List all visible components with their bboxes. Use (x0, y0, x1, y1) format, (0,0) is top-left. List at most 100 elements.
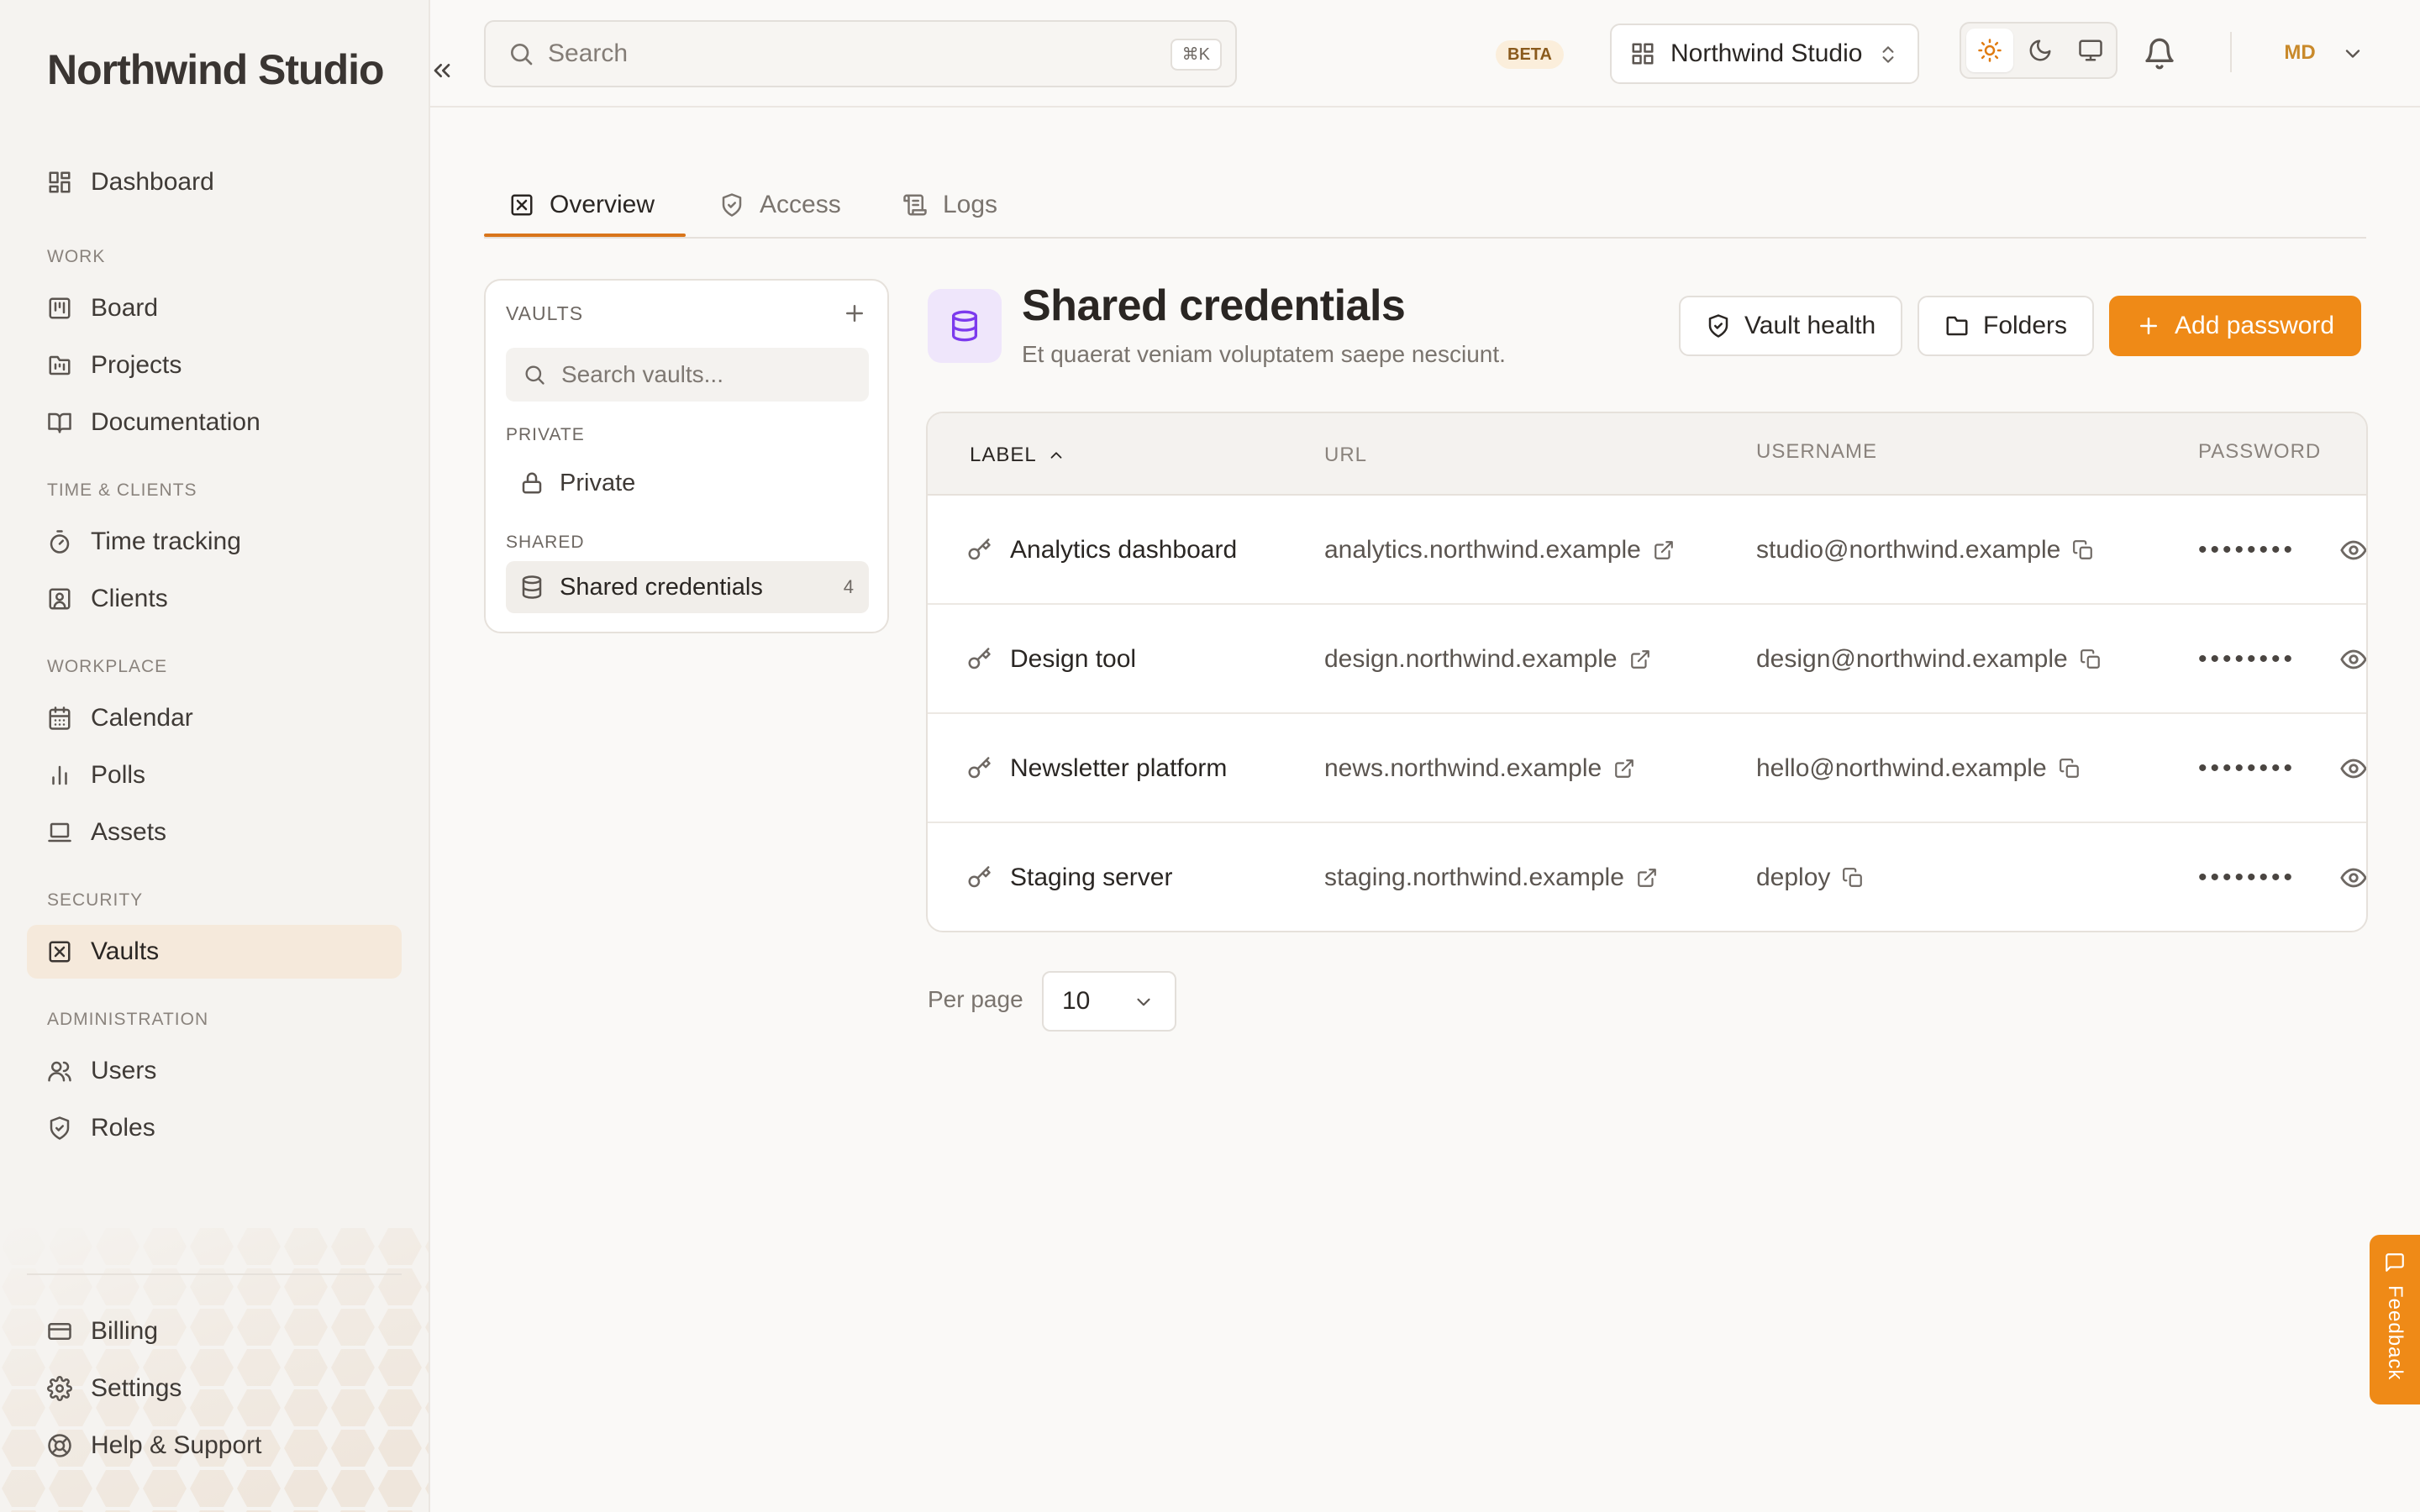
bell-icon[interactable] (2143, 37, 2176, 71)
active-tab-indicator (484, 234, 686, 237)
eye-icon[interactable] (2339, 864, 2368, 892)
column-header-url[interactable]: URL (1324, 444, 1367, 467)
vault-search-input[interactable] (561, 361, 869, 388)
beta-badge: BETA (1496, 40, 1564, 69)
external-link-icon[interactable] (1653, 539, 1675, 561)
theme-light-button[interactable] (1966, 29, 2013, 72)
chevron-down-icon[interactable] (2341, 42, 2365, 66)
vault-item-label: Shared credentials (560, 573, 763, 601)
reveal-password-button[interactable] (2339, 496, 2368, 605)
reveal-password-button[interactable] (2339, 605, 2368, 714)
table-row[interactable]: Staging server staging.northwind.example d… (928, 823, 2368, 931)
eye-icon[interactable] (2339, 645, 2368, 674)
credential-username: studio@northwind.example (1756, 536, 2061, 564)
external-link-icon[interactable] (1636, 867, 1658, 889)
sidebar-item-calendar[interactable]: Calendar (27, 691, 402, 745)
sidebar-item-assets[interactable]: Assets (27, 806, 402, 859)
page-title: Shared credentials (1022, 281, 1406, 330)
table-row[interactable]: Newsletter platform news.northwind.exampl… (928, 714, 2366, 823)
dashboard-icon (49, 171, 71, 193)
sidebar: Northwind Studio Dashboard WORK Board Pr… (0, 0, 430, 1512)
sidebar-item-users[interactable]: Users (27, 1044, 402, 1098)
copy-icon[interactable] (1842, 867, 1864, 889)
button-label: Add password (2175, 312, 2335, 339)
sidebar-item-help[interactable]: Help & Support (27, 1419, 402, 1473)
sidebar-item-vaults[interactable]: Vaults (27, 925, 402, 979)
tab-access[interactable]: Access (719, 171, 841, 239)
global-search[interactable]: ⌘K (484, 20, 1237, 87)
search-input[interactable] (548, 39, 1235, 68)
avatar[interactable]: MD (2277, 29, 2323, 77)
column-header-password[interactable]: PASSWORD (2198, 440, 2321, 464)
key-icon (968, 538, 991, 560)
sidebar-item-time-tracking[interactable]: Time tracking (27, 515, 402, 569)
sidebar-item-documentation[interactable]: Documentation (27, 396, 402, 449)
credential-label: Newsletter platform (1010, 754, 1228, 782)
table-row[interactable]: Analytics dashboard analytics.northwind.e… (928, 496, 2366, 605)
gear-icon (47, 1376, 72, 1401)
column-header-username[interactable]: USERNAME (1756, 440, 1877, 464)
vault-avatar (928, 289, 1002, 363)
credential-url[interactable]: analytics.northwind.example (1324, 536, 1641, 564)
copy-icon[interactable] (2059, 758, 2081, 780)
credential-username: design@northwind.example (1756, 645, 2068, 673)
credential-username: deploy (1756, 864, 1831, 891)
folder-kanban-icon (49, 355, 71, 375)
sidebar-item-label: Time tracking (91, 528, 241, 555)
column-header-label[interactable]: LABEL (970, 444, 1065, 467)
credential-url[interactable]: news.northwind.example (1324, 754, 1602, 783)
shield-check-icon (722, 193, 742, 217)
vault-item-shared-credentials[interactable]: Shared credentials 4 (506, 561, 869, 613)
tab-overview[interactable]: Overview (509, 171, 655, 239)
vault-search[interactable] (506, 348, 869, 402)
sidebar-item-polls[interactable]: Polls (27, 748, 402, 802)
external-link-icon[interactable] (1613, 758, 1635, 780)
key-icon (968, 757, 991, 779)
reveal-password-button[interactable] (2339, 714, 2368, 823)
bar-chart-icon (52, 765, 67, 785)
theme-dark-button[interactable] (2017, 29, 2064, 72)
vault-icon (511, 194, 533, 216)
org-switcher[interactable]: Northwind Studio (1610, 24, 1919, 84)
sidebar-item-dashboard[interactable]: Dashboard (27, 155, 402, 209)
sidebar-item-roles[interactable]: Roles (27, 1101, 402, 1155)
eye-icon[interactable] (2339, 754, 2368, 783)
eye-icon[interactable] (2339, 536, 2368, 564)
vault-health-button[interactable]: Vault health (1679, 296, 1903, 356)
brand-logo[interactable]: Northwind Studio (47, 45, 385, 94)
database-icon (522, 575, 542, 599)
search-shortcut-badge: ⌘K (1170, 39, 1222, 71)
copy-icon[interactable] (2072, 539, 2094, 561)
sidebar-item-settings[interactable]: Settings (27, 1362, 402, 1415)
shield-check-icon (50, 1116, 70, 1140)
credential-label: Analytics dashboard (1010, 536, 1238, 564)
cell-label: Design tool (966, 605, 1136, 714)
feedback-label: Feedback (2384, 1285, 2407, 1381)
sidebar-item-clients[interactable]: Clients (27, 572, 402, 626)
key-icon (968, 866, 991, 888)
plus-icon[interactable] (842, 301, 867, 326)
per-page-value: 10 (1062, 987, 1091, 1015)
credential-password: •••••••• (2198, 754, 2296, 782)
vault-item-private[interactable]: Private (506, 457, 869, 509)
folders-button[interactable]: Folders (1918, 296, 2095, 356)
credential-url[interactable]: design.northwind.example (1324, 645, 1618, 674)
life-buoy-icon (48, 1434, 71, 1457)
external-link-icon[interactable] (1629, 648, 1651, 670)
grid-icon (1632, 43, 1654, 65)
sidebar-section-time-clients: TIME & CLIENTS (47, 480, 197, 500)
copy-icon[interactable] (2080, 648, 2102, 670)
sidebar-item-board[interactable]: Board (27, 281, 402, 335)
reveal-password-button[interactable] (2339, 823, 2368, 931)
tab-logs[interactable]: Logs (902, 171, 997, 239)
table-row[interactable]: Design tool design.northwind.example desig… (928, 605, 2366, 714)
vault-group-shared: SHARED (506, 533, 585, 552)
sidebar-item-billing[interactable]: Billing (27, 1305, 402, 1358)
credential-url[interactable]: staging.northwind.example (1324, 864, 1624, 892)
per-page-select[interactable]: 10 (1042, 971, 1176, 1032)
sidebar-item-projects[interactable]: Projects (27, 339, 402, 392)
theme-system-button[interactable] (2067, 29, 2114, 72)
feedback-tab[interactable]: Feedback (2370, 1235, 2420, 1404)
message-square-icon (2386, 1253, 2404, 1272)
add-password-button[interactable]: Add password (2109, 296, 2362, 356)
